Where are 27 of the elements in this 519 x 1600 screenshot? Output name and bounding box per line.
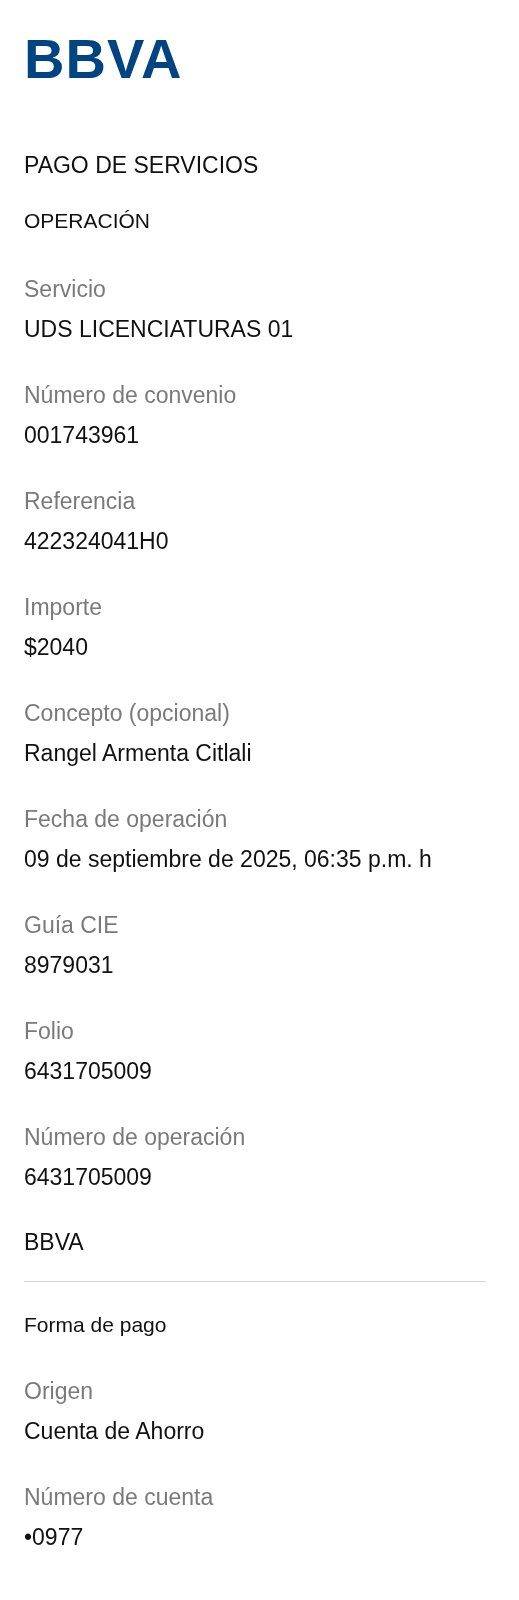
field-label: Folio [24, 1017, 74, 1046]
section-title: Forma de pago [24, 1312, 167, 1338]
field-value: $2040 [24, 633, 88, 662]
section-title: OPERACIÓN [24, 208, 151, 234]
field-value: UDS LICENCIATURAS 01 [24, 315, 294, 344]
field-label: Origen [24, 1377, 94, 1406]
field-label: Guía CIE [24, 911, 119, 940]
field-value: 6431705009 [24, 1057, 152, 1086]
field-label: Número de cuenta [24, 1483, 214, 1512]
field-label: Fecha de operación [24, 805, 228, 834]
field-label: Número de operación [24, 1123, 246, 1152]
bbva-logo: BBVA [24, 30, 183, 88]
field-value: 09 de septiembre de 2025, 06:35 p.m. h [24, 845, 432, 874]
field-value: 001743961 [24, 421, 140, 450]
field-value: Rangel Armenta Citlali [24, 739, 252, 768]
field-value: 422324041H0 [24, 527, 169, 556]
field-value: Cuenta de Ahorro [24, 1417, 205, 1446]
field-label: Importe [24, 593, 102, 622]
field-value: •0977 [24, 1523, 84, 1552]
field-label: Referencia [24, 487, 136, 516]
field-value: 8979031 [24, 951, 114, 980]
field-label: Servicio [24, 275, 106, 304]
bank-name: BBVA [24, 1228, 84, 1257]
field-label: Concepto (opcional) [24, 699, 230, 728]
page-title: PAGO DE SERVICIOS [24, 151, 259, 180]
field-value: 6431705009 [24, 1163, 152, 1192]
field-label: Número de convenio [24, 381, 237, 410]
